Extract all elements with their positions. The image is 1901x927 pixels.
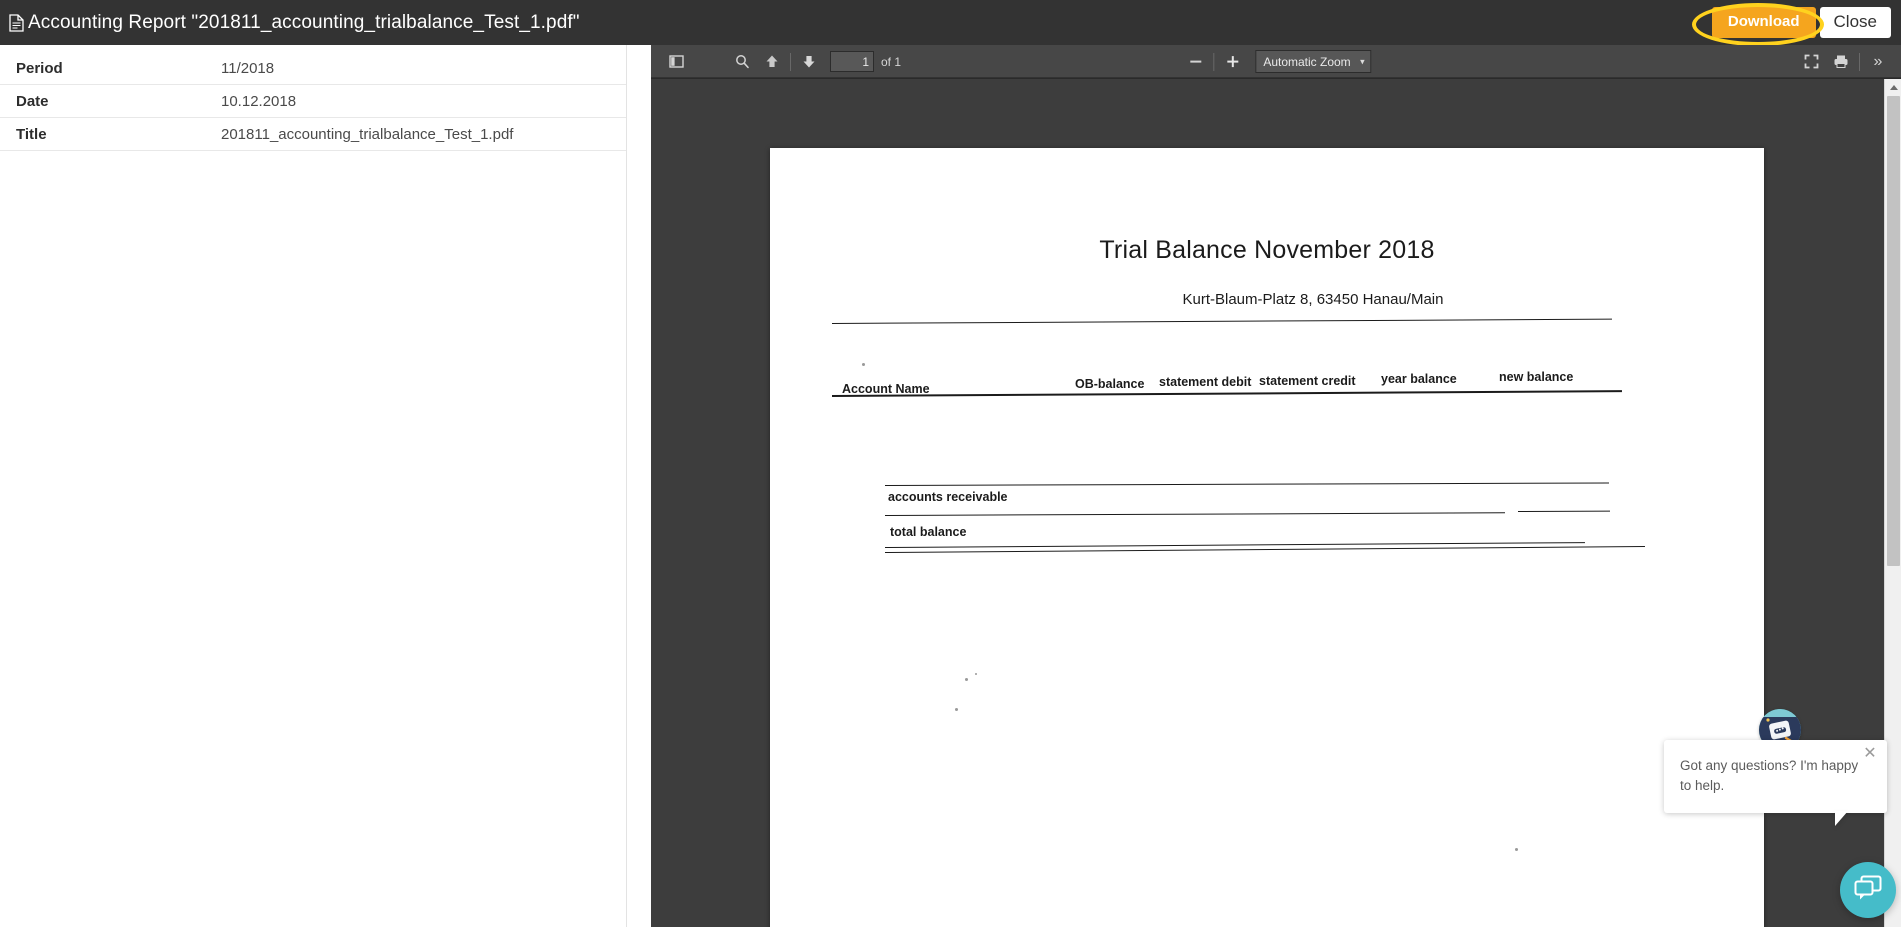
- zoom-level-select[interactable]: Automatic Zoom ▾: [1255, 50, 1372, 73]
- column-header-statement-debit: statement debit: [1159, 375, 1252, 389]
- metadata-row-period: Period 11/2018: [0, 52, 626, 85]
- more-tools-button[interactable]: »: [1863, 49, 1893, 75]
- toolbar-divider: [1213, 52, 1215, 71]
- window-titlebar: Accounting Report "201811_accounting_tri…: [0, 0, 1901, 47]
- sidebar-toggle-icon: [668, 54, 684, 69]
- column-header-year-balance: year balance: [1381, 372, 1457, 386]
- chat-launcher-button[interactable]: [1840, 862, 1896, 918]
- metadata-value: 11/2018: [221, 59, 275, 77]
- arrow-down-icon: [802, 54, 816, 69]
- minus-icon: [1188, 54, 1203, 69]
- download-button[interactable]: Download: [1711, 7, 1816, 38]
- metadata-value: 201811_accounting_trialbalance_Test_1.pd…: [221, 125, 514, 143]
- table-row: total balance: [890, 525, 967, 539]
- scrollbar-thumb[interactable]: [1887, 96, 1900, 566]
- pdf-toolbar-right: »: [1796, 49, 1893, 75]
- chat-close-icon[interactable]: ✕: [1861, 745, 1879, 763]
- find-button[interactable]: [727, 49, 757, 75]
- scroll-up-button[interactable]: [1885, 79, 1901, 96]
- chat-bubble-tail: [1835, 811, 1848, 826]
- metadata-label: Title: [16, 125, 47, 143]
- document-rule: [831, 318, 1612, 325]
- window-title-group: Accounting Report "201811_accounting_tri…: [0, 12, 580, 34]
- chat-greeting-text: Got any questions? I'm happy to help.: [1680, 758, 1859, 794]
- table-row: accounts receivable: [888, 490, 1008, 504]
- print-icon: [1833, 54, 1849, 69]
- scan-speck: [975, 673, 977, 675]
- chevron-updown-icon: ▾: [1360, 56, 1365, 66]
- sidebar-toggle-button[interactable]: [661, 49, 691, 75]
- scan-speck: [965, 678, 968, 681]
- previous-page-button[interactable]: [757, 49, 787, 75]
- document-rule: [884, 482, 1609, 487]
- plus-icon: [1225, 54, 1240, 69]
- chat-bubble-icon: [1854, 875, 1882, 906]
- report-metadata-panel: Period 11/2018 Date 10.12.2018 Title 201…: [0, 45, 627, 927]
- metadata-label: Date: [16, 92, 49, 110]
- column-header-statement-credit: statement credit: [1259, 374, 1356, 388]
- page-count-label: of 1: [881, 54, 902, 69]
- scan-speck: [862, 363, 865, 366]
- document-title: Trial Balance November 2018: [1099, 236, 1435, 264]
- zoom-in-button[interactable]: [1217, 49, 1247, 75]
- pdf-toolbar: of 1 Automatic Zoom: [651, 45, 1901, 79]
- double-chevron-right-icon: »: [1873, 52, 1883, 70]
- next-page-button[interactable]: [794, 49, 824, 75]
- document-rule: [1517, 510, 1611, 513]
- scan-speck: [1515, 848, 1518, 851]
- fullscreen-icon: [1804, 54, 1819, 69]
- page-number-input[interactable]: [830, 51, 874, 72]
- arrow-up-icon: [1889, 85, 1898, 90]
- presentation-mode-button[interactable]: [1796, 49, 1826, 75]
- document-icon: [9, 13, 24, 32]
- titlebar-actions: Download Close: [1691, 3, 1901, 47]
- toolbar-divider: [790, 52, 791, 71]
- document-rule: [884, 512, 1505, 517]
- print-button[interactable]: [1826, 49, 1856, 75]
- page-title: Accounting Report "201811_accounting_tri…: [28, 11, 580, 33]
- document-address: Kurt-Blaum-Platz 8, 63450 Hanau/Main: [1182, 291, 1444, 308]
- column-header-ob-balance: OB-balance: [1075, 377, 1145, 391]
- pdf-toolbar-left: of 1: [651, 49, 901, 75]
- metadata-label: Period: [16, 59, 63, 77]
- pdf-page-1: Trial Balance November 2018 Kurt-Blaum-P…: [770, 148, 1764, 927]
- metadata-row-title: Title 201811_accounting_trialbalance_Tes…: [0, 118, 626, 151]
- scan-speck: [955, 708, 958, 711]
- column-header-new-balance: new balance: [1499, 370, 1574, 384]
- metadata-row-date: Date 10.12.2018: [0, 85, 626, 118]
- zoom-out-button[interactable]: [1180, 49, 1210, 75]
- arrow-up-icon: [765, 54, 779, 69]
- chat-greeting-bubble: ✕ Got any questions? I'm happy to help.: [1664, 740, 1887, 813]
- metadata-value: 10.12.2018: [221, 92, 297, 110]
- search-icon: [735, 54, 750, 69]
- toolbar-divider: [1859, 52, 1860, 71]
- zoom-level-value: Automatic Zoom: [1263, 54, 1351, 69]
- pdf-toolbar-center: Automatic Zoom ▾: [1180, 49, 1372, 75]
- close-button[interactable]: Close: [1819, 7, 1891, 38]
